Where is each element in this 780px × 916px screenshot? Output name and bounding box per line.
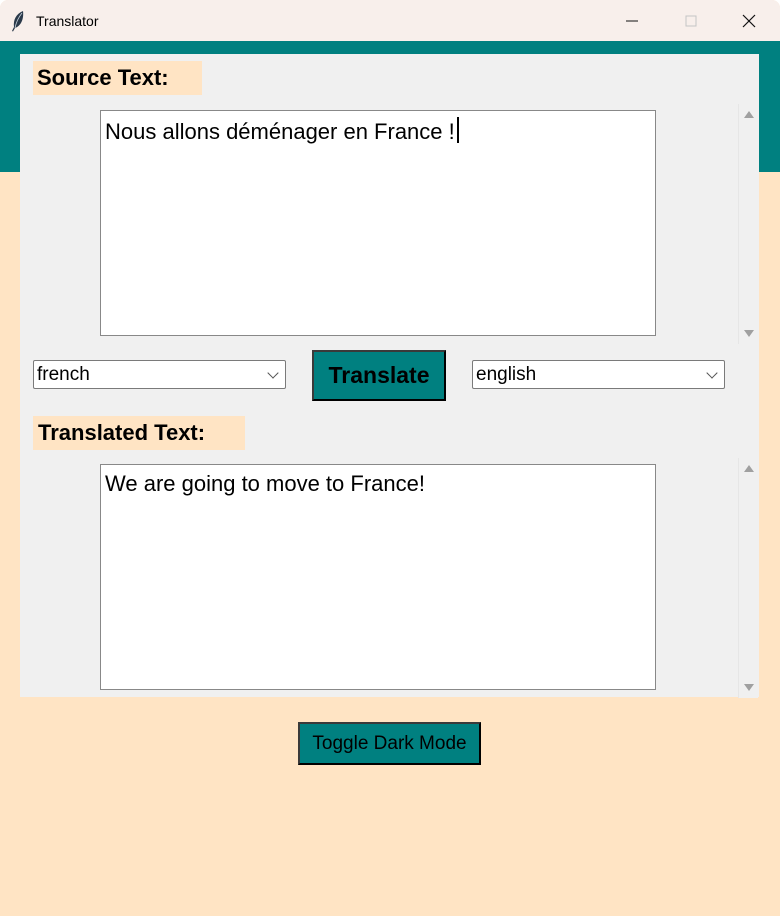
maximize-icon xyxy=(685,15,697,26)
chevron-down-icon xyxy=(267,367,279,379)
minimize-button[interactable] xyxy=(603,0,661,41)
chevron-down-icon xyxy=(706,367,718,379)
window-title: Translator xyxy=(36,13,99,29)
target-language-value: english xyxy=(476,364,537,385)
scroll-down-arrow-icon[interactable] xyxy=(744,684,754,691)
translated-text-scrollbar[interactable] xyxy=(738,458,758,698)
source-text-heading: Source Text: xyxy=(33,61,202,95)
text-cursor xyxy=(456,117,459,143)
source-text-scrollbar[interactable] xyxy=(738,104,758,344)
translated-text-heading: Translated Text: xyxy=(33,416,245,450)
feather-icon xyxy=(12,11,24,32)
close-button[interactable] xyxy=(720,0,778,41)
source-language-select[interactable]: french xyxy=(33,360,286,389)
translator-window: Translator Source Text: Nous allons démé… xyxy=(0,0,780,916)
scroll-up-arrow-icon[interactable] xyxy=(744,111,754,118)
source-text-content: Nous allons déménager en France ! xyxy=(105,119,455,144)
maximize-button[interactable] xyxy=(662,0,720,41)
close-icon xyxy=(742,14,756,27)
title-bar[interactable]: Translator xyxy=(0,0,780,41)
toggle-dark-mode-button[interactable]: Toggle Dark Mode xyxy=(298,722,481,765)
target-language-select[interactable]: english xyxy=(472,360,725,389)
source-text-area[interactable]: Nous allons déménager en France ! xyxy=(100,110,656,336)
scroll-down-arrow-icon[interactable] xyxy=(744,330,754,337)
source-language-value: french xyxy=(37,364,90,385)
translated-text-content: We are going to move to France! xyxy=(105,471,425,496)
translated-text-area[interactable]: We are going to move to France! xyxy=(100,464,656,690)
minimize-icon xyxy=(626,20,638,21)
translate-button[interactable]: Translate xyxy=(312,350,446,401)
scroll-up-arrow-icon[interactable] xyxy=(744,465,754,472)
